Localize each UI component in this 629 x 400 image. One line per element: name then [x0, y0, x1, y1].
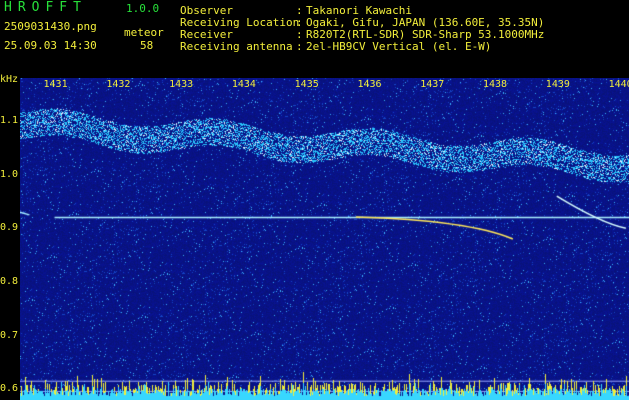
- datetime: 25.09.03 14:30: [4, 39, 97, 52]
- antenna-label: Receiving antenna: [180, 40, 293, 53]
- x-tick-label: 1439: [545, 79, 570, 90]
- y-tick-label: 0.8: [0, 275, 19, 287]
- file-name: 2509031430.png: [4, 20, 97, 33]
- antenna-value: 2el-HB9CV Vertical (el. E-W): [306, 40, 492, 53]
- x-tick-label: 1436: [357, 79, 382, 90]
- meteor-count: 58: [140, 39, 154, 52]
- app-title: HROFFT: [4, 0, 87, 15]
- y-axis-unit: kHz: [0, 74, 19, 85]
- y-tick-label: 0.9: [0, 222, 19, 234]
- y-tick-label: 0.6: [0, 383, 19, 395]
- x-tick-label: 1432: [106, 79, 131, 90]
- x-tick-label: 1431: [43, 79, 68, 90]
- y-tick-label: 1.0: [0, 168, 19, 180]
- x-tick-label: 1435: [294, 79, 319, 90]
- x-tick-label: 1440: [608, 79, 629, 90]
- spectrogram-canvas: [20, 78, 629, 400]
- x-tick-label: 1433: [169, 79, 194, 90]
- app-version: 1.0.0: [126, 2, 160, 15]
- y-tick-label: 0.7: [0, 329, 19, 341]
- x-tick-label: 1438: [483, 79, 508, 90]
- antenna-colon: :: [296, 40, 303, 53]
- x-tick-label: 1437: [420, 79, 445, 90]
- y-tick-label: 1.1: [0, 114, 19, 126]
- meteor-label: meteor: [124, 26, 164, 39]
- x-tick-label: 1434: [231, 79, 256, 90]
